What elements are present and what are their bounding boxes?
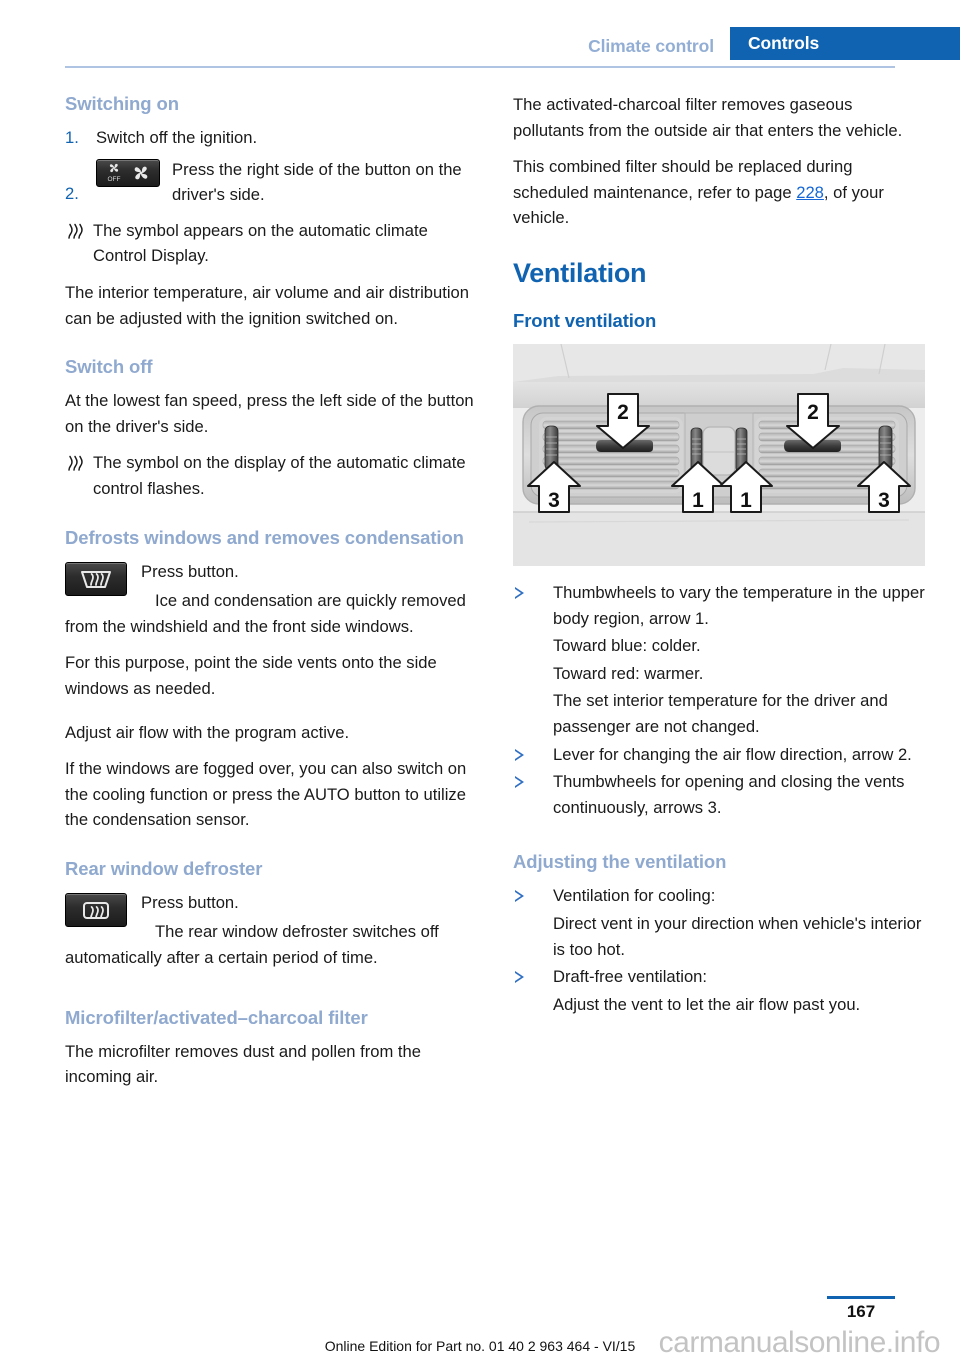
page-body: Switching on 1. Switch off the ignition.… xyxy=(0,92,960,1292)
rear-defroster-block: Press button. The rear window defroster … xyxy=(65,890,477,982)
list-item: Lever for changing the air flow directio… xyxy=(513,742,925,768)
switch-off-paragraph: At the lowest fan speed, press the left … xyxy=(65,391,474,436)
header-divider xyxy=(65,66,895,68)
bullet-text: Thumbwheels to vary the temperature in t… xyxy=(553,582,925,628)
list-item: Thumbwheels to vary the temperature in t… xyxy=(513,580,925,631)
header-section-title: Controls xyxy=(730,27,960,60)
defrost-paragraph-4: If the windows are fogged over, you can … xyxy=(65,759,467,830)
page-footer: 167 Online Edition for Part no. 01 40 2 … xyxy=(0,1290,960,1362)
heading-front-ventilation: Front ventilation xyxy=(513,309,657,331)
bullet-subline: Toward red: warmer. xyxy=(553,663,704,683)
site-watermark: carmanualsonline.info xyxy=(658,1326,941,1359)
switching-on-steps: 1. Switch off the ignition. 2. OFF Press… xyxy=(65,125,477,208)
page-reference-link[interactable]: 228 xyxy=(796,183,824,202)
bullet-subline: The set interior temperature for the dri… xyxy=(553,691,888,736)
windshield-defrost-button-icon xyxy=(65,561,127,596)
page-header: Climate control Controls xyxy=(0,0,960,62)
heading-microfilter: Microfilter/activated–charcoal filter xyxy=(65,1006,368,1028)
list-item: 1. Switch off the ignition. xyxy=(65,125,477,151)
svg-text:3: 3 xyxy=(878,489,890,512)
bullet-text: Ventilation for cooling: xyxy=(553,886,716,906)
svg-text:3: 3 xyxy=(548,489,560,512)
note-text: The symbol appears on the automatic clim… xyxy=(93,220,428,266)
bullet-subline: Adjust the vent to let the air flow past… xyxy=(553,994,861,1014)
heading-rear-window-defroster: Rear window defroster xyxy=(65,857,263,879)
header-chapter-title: Climate control xyxy=(588,36,714,56)
switching-on-paragraph: The interior temperature, air volume and… xyxy=(65,282,469,328)
bullet-text: Lever for changing the air flow directio… xyxy=(553,744,912,764)
list-item: 2. OFF Press the right side of the butto… xyxy=(65,157,477,208)
adjusting-ventilation-bullets: Ventilation for cooling: Direct vent in … xyxy=(513,883,925,1017)
triangle-bullet-icon xyxy=(515,748,524,761)
bullet-text: Draft-free ventilation: xyxy=(553,967,708,987)
bullet-text: Thumbwheels for opening and closing the … xyxy=(553,772,905,817)
note-text: The symbol on the display of the automat… xyxy=(93,453,466,498)
list-item: Thumbwheels for opening and closing the … xyxy=(513,769,925,820)
heading-ventilation: Ventilation xyxy=(513,257,647,288)
left-column: Switching on 1. Switch off the ignition.… xyxy=(65,92,477,1101)
triangle-bullet-icon xyxy=(515,971,524,984)
svg-text:1: 1 xyxy=(740,489,752,512)
heat-waves-symbol-icon xyxy=(65,453,85,473)
front-ventilation-bullets: Thumbwheels to vary the temperature in t… xyxy=(513,580,925,820)
defrost-paragraph-1: Ice and condensation are quickly removed… xyxy=(65,591,466,636)
triangle-bullet-icon xyxy=(515,586,524,599)
svg-text:2: 2 xyxy=(807,401,819,424)
fan-off-fan-button-icon: OFF xyxy=(96,158,160,187)
defrost-block: Press button. Ice and condensation are q… xyxy=(65,559,477,651)
heat-waves-symbol-icon xyxy=(65,221,85,241)
footer-divider xyxy=(827,1296,895,1299)
climate-symbol-note: The symbol appears on the automatic clim… xyxy=(65,218,477,269)
charcoal-paragraph-1: The activated-charcoal filter removes ga… xyxy=(513,95,903,140)
switch-off-symbol-note: The symbol on the display of the automat… xyxy=(65,450,477,501)
microfilter-paragraph: The microfilter removes dust and pollen … xyxy=(65,1041,421,1087)
defrost-paragraph-2: For this purpose, point the side vents o… xyxy=(65,653,437,698)
bullet-subline: Direct vent in your direction when vehic… xyxy=(553,913,922,959)
dashboard-center-air-vents-illustration: 2 2 1 1 3 3 xyxy=(513,343,925,566)
svg-text:1: 1 xyxy=(692,489,704,512)
heading-adjusting-ventilation: Adjusting the ventilation xyxy=(513,851,727,873)
step-text: Press the right side of the button on th… xyxy=(172,159,462,205)
heading-switch-off: Switch off xyxy=(65,356,153,378)
header-bar: Climate control Controls xyxy=(0,27,960,60)
step-number: 2. xyxy=(65,183,79,203)
triangle-bullet-icon xyxy=(515,890,524,903)
page-number: 167 xyxy=(846,1302,876,1321)
heading-switching-on: Switching on xyxy=(65,93,179,114)
svg-text:2: 2 xyxy=(617,401,629,424)
bullet-subline: Toward blue: colder. xyxy=(553,636,701,656)
charcoal-paragraph-2: This combined filter should be replaced … xyxy=(513,154,925,231)
right-column: The activated-charcoal filter removes ga… xyxy=(513,92,925,1019)
svg-text:OFF: OFF xyxy=(108,176,121,183)
rear-defroster-paragraph: The rear window defroster switches off a… xyxy=(65,922,439,968)
triangle-bullet-icon xyxy=(515,776,524,789)
step-number: 1. xyxy=(65,128,79,147)
rear-window-defrost-button-icon xyxy=(65,892,127,927)
step-text: Switch off the ignition. xyxy=(96,128,258,147)
heading-defrosts-windows: Defrosts windows and removes condensatio… xyxy=(65,526,464,548)
defrost-paragraph-3: Adjust air flow with the program active. xyxy=(65,722,350,742)
list-item: Ventilation for cooling: xyxy=(513,883,925,909)
list-item: Draft-free ventilation: xyxy=(513,964,925,990)
